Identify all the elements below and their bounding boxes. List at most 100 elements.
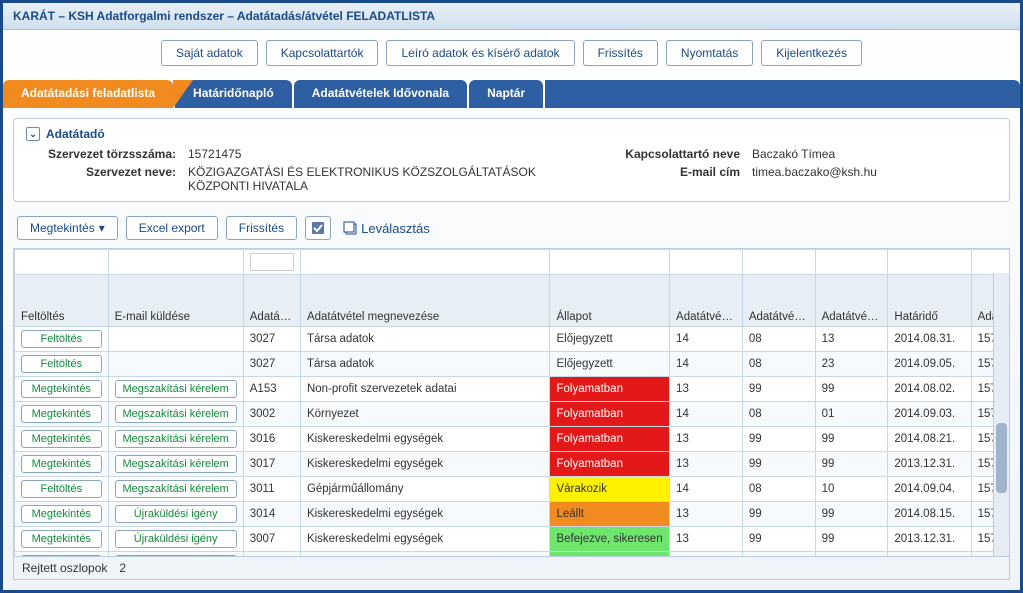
cell-nap: 23 [815, 352, 888, 377]
grid-toolbar: Megtekintés ▾ Excel export Frissítés Lev… [13, 212, 1010, 244]
email-label: E-mail cím [600, 165, 740, 193]
org-name-value: KÖZIGAZGATÁSI ÉS ELEKTRONIKUS KÖZSZOLGÁL… [188, 165, 588, 193]
cell-hatarido: 2014.09.05. [888, 352, 971, 377]
ujrakuldes-button[interactable]: Újraküldési igény [115, 555, 237, 557]
col-allapot[interactable]: Állapot [550, 275, 670, 327]
megtekintes-button[interactable]: Megtekintés [21, 555, 102, 557]
view-dropdown[interactable]: Megtekintés ▾ [17, 216, 118, 240]
grid-wrapper[interactable]: Feltöltés E-mail küldése Adatátvétel azo… [13, 248, 1010, 557]
tab-tasklist[interactable]: Adatátadási feladatlista [3, 80, 173, 108]
col-ev[interactable]: Adatátvétel vonatkozási éve [670, 275, 743, 327]
cell-megn: Társa adatok [300, 352, 550, 377]
table-row[interactable]: MegtekintésMegszakítási kérelem3017Kiske… [15, 452, 1011, 477]
col-megnevezes[interactable]: Adatátvétel megnevezése [300, 275, 550, 327]
grid-body: Feltöltés3027Társa adatokElőjegyzett1408… [15, 327, 1011, 558]
tab-bar-filler [545, 80, 1020, 108]
cell-azon: 3014 [243, 502, 300, 527]
refresh-button[interactable]: Frissítés [583, 40, 658, 66]
status-cell: Várakozik [550, 477, 670, 502]
megtekintes-button[interactable]: Megtekintés [21, 530, 102, 548]
cell-ev: 14 [670, 352, 743, 377]
tab-calendar[interactable]: Naptár [469, 80, 543, 108]
table-row[interactable]: Feltöltés3027Társa adatokElőjegyzett1408… [15, 352, 1011, 377]
cell-nap: 99 [815, 452, 888, 477]
megtekintes-button[interactable]: Megtekintés [21, 430, 102, 448]
ujrakuldes-button[interactable]: Újraküldési igény [115, 530, 237, 548]
collapse-toggle-icon[interactable]: ⌄ [26, 127, 40, 141]
panel-title: Adatátadó [46, 127, 105, 141]
format-icon-button[interactable] [305, 216, 331, 240]
cell-honap: 08 [742, 552, 815, 558]
org-id-value: 15721475 [188, 147, 588, 161]
status-cell: Folyamatban [550, 402, 670, 427]
main-toolbar: Saját adatok Kapcsolattartók Leíró adato… [3, 30, 1020, 76]
table-row[interactable]: MegtekintésÚjraküldési igény3007Kiskeres… [15, 527, 1011, 552]
megszakitas-button[interactable]: Megszakítási kérelem [115, 480, 237, 498]
megszakitas-button[interactable]: Megszakítási kérelem [115, 380, 237, 398]
logout-button[interactable]: Kijelentkezés [761, 40, 862, 66]
table-row[interactable]: MegtekintésÚjraküldési igény3011Gépjármű… [15, 552, 1011, 558]
tab-timeline[interactable]: Adatátvételek Idővonala [294, 80, 467, 108]
table-row[interactable]: MegtekintésMegszakítási kérelem3002Körny… [15, 402, 1011, 427]
col-honap[interactable]: Adatátvétel vonatkozási hónap [742, 275, 815, 327]
print-button[interactable]: Nyomtatás [666, 40, 753, 66]
col-email-send[interactable]: E-mail küldése [108, 275, 243, 327]
col-hatarido[interactable]: Határidő [888, 275, 971, 327]
feltoltes-button[interactable]: Feltöltés [21, 355, 102, 373]
cell-ev: 14 [670, 552, 743, 558]
cell-hatarido: 2014.08.02. [888, 377, 971, 402]
megtekintes-button[interactable]: Megtekintés [21, 455, 102, 473]
header-row: Feltöltés E-mail küldése Adatátvétel azo… [15, 275, 1011, 327]
own-data-button[interactable]: Saját adatok [161, 40, 258, 66]
col-upload[interactable]: Feltöltés [15, 275, 109, 327]
cell-ev: 13 [670, 502, 743, 527]
detach-button[interactable]: Leválasztás [339, 219, 434, 238]
detach-icon [343, 221, 357, 235]
detach-label: Leválasztás [361, 221, 430, 236]
status-cell: Előjegyzett [550, 352, 670, 377]
table-row[interactable]: FeltöltésMegszakítási kérelem3011Gépjárm… [15, 477, 1011, 502]
col-nap[interactable]: Adatátvétel vonatkozási nap [815, 275, 888, 327]
col-azonosito[interactable]: Adatátvétel azonosító [243, 275, 300, 327]
cell-hatarido: 2014.09.04. [888, 477, 971, 502]
descriptive-data-button[interactable]: Leíró adatok és kísérő adatok [386, 40, 574, 66]
table-row[interactable]: MegtekintésMegszakítási kérelem3016Kiske… [15, 427, 1011, 452]
cell-ev: 13 [670, 427, 743, 452]
table-row[interactable]: MegtekintésMegszakítási kérelemA153Non-p… [15, 377, 1011, 402]
cell-nap: 01 [815, 402, 888, 427]
cell-hatarido: 2013.12.31. [888, 452, 971, 477]
megszakitas-button[interactable]: Megszakítási kérelem [115, 405, 237, 423]
megtekintes-button[interactable]: Megtekintés [21, 380, 102, 398]
megtekintes-button[interactable]: Megtekintés [21, 405, 102, 423]
feltoltes-button[interactable]: Feltöltés [21, 330, 102, 348]
contacts-button[interactable]: Kapcsolattartók [266, 40, 379, 66]
scrollbar-thumb[interactable] [996, 423, 1007, 493]
ujrakuldes-button[interactable]: Újraküldési igény [115, 505, 237, 523]
cell-hatarido: 2014.09.04. [888, 552, 971, 558]
org-id-label: Szervezet törzsszáma: [26, 147, 176, 161]
table-row[interactable]: Feltöltés3027Társa adatokElőjegyzett1408… [15, 327, 1011, 352]
cell-nap: 99 [815, 527, 888, 552]
cell-hatarido: 2014.08.21. [888, 427, 971, 452]
excel-export-button[interactable]: Excel export [126, 216, 218, 240]
format-icon [311, 221, 325, 235]
table-row[interactable]: Megtekintés Újraküldési igény 3014Kiskeres… [15, 502, 1011, 527]
feltoltes-button[interactable]: Feltöltés [21, 480, 102, 498]
status-cell: Leállt [550, 502, 670, 527]
status-cell: Befejezve, sikeresen [550, 527, 670, 552]
cell-megn: Kiskereskedelmi egységek [300, 502, 550, 527]
cell-ev: 14 [670, 327, 743, 352]
cell-nap: 13 [815, 327, 888, 352]
vertical-scrollbar[interactable] [993, 273, 1009, 556]
cell-megn: Kiskereskedelmi egységek [300, 427, 550, 452]
megtekintes-button[interactable]: Megtekintés [21, 505, 102, 523]
cell-azon: 3002 [243, 402, 300, 427]
megszakitas-button[interactable]: Megszakítási kérelem [115, 455, 237, 473]
cell-hatarido: 2014.08.31. [888, 327, 971, 352]
filter-azonosito[interactable] [250, 253, 294, 271]
grid-refresh-button[interactable]: Frissítés [226, 216, 297, 240]
app-title: KARÁT – KSH Adatforgalmi rendszer – Adat… [3, 3, 1020, 30]
hidden-columns-count: 2 [119, 561, 126, 575]
hidden-columns-label: Rejtett oszlopok [22, 561, 107, 575]
megszakitas-button[interactable]: Megszakítási kérelem [115, 430, 237, 448]
